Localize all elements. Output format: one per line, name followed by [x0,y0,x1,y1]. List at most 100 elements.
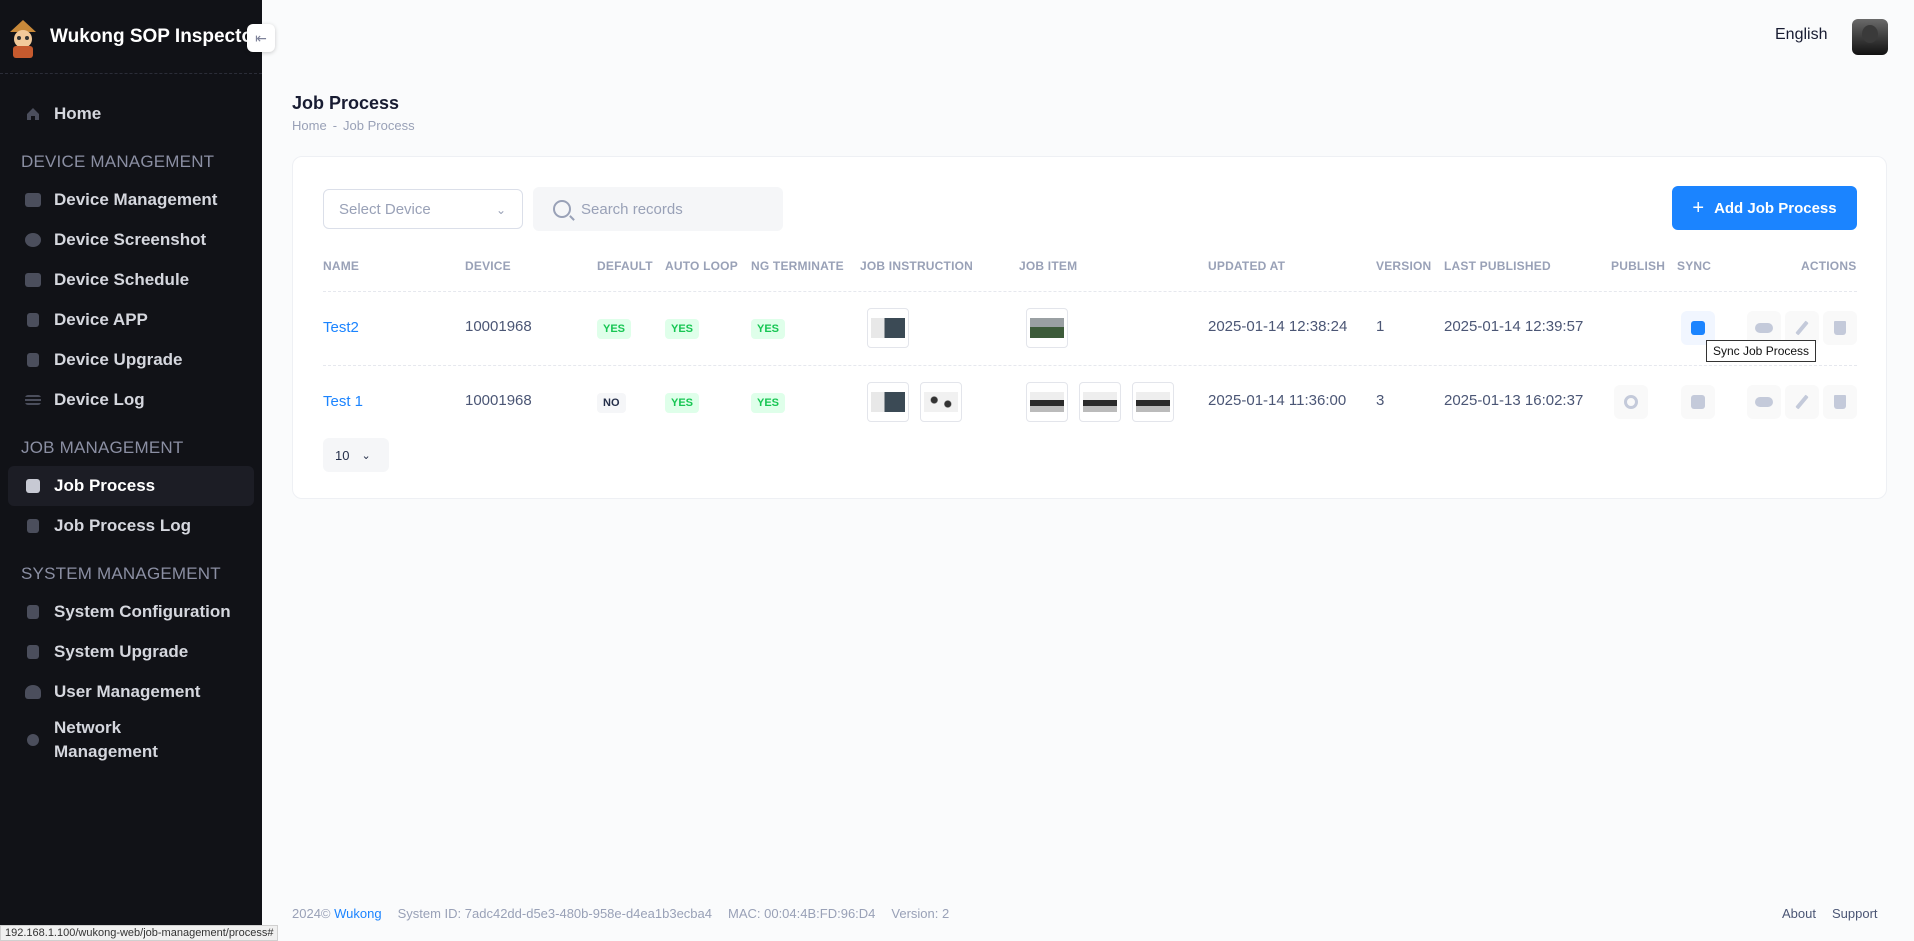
sidebar-item-label: Device Upgrade [54,350,183,369]
edit-button[interactable] [1785,385,1819,419]
sidebar-item-device-schedule[interactable]: Device Schedule [8,260,254,300]
sidebar-item-label: Device Schedule [54,270,190,289]
publish-icon [1624,395,1638,409]
job-item-thumbnail[interactable] [1132,382,1174,422]
sidebar-item-label: System Upgrade [54,642,189,661]
breadcrumb: Home - Job Process [292,118,415,133]
page-size-select[interactable]: 10 ⌄ [323,438,389,472]
delete-button[interactable] [1823,311,1857,345]
sidebar-item-device-screenshot[interactable]: Device Screenshot [8,220,254,260]
last-published-cell: 2025-01-14 12:39:57 [1444,318,1584,335]
device-cell: 10001968 [465,318,532,335]
upgrade-icon [24,351,42,369]
download-icon [1691,321,1705,335]
search-placeholder: Search records [581,200,683,218]
app-icon [24,311,42,329]
pencil-icon [1795,320,1809,336]
footer-copyright: 2024© Wukong [292,906,382,921]
support-link[interactable]: Support [1832,906,1878,921]
column-header-ng-terminate[interactable]: NG TERMINATE [751,259,844,273]
toggle-icon [1755,397,1773,407]
column-header-last-published[interactable]: LAST PUBLISHED [1444,259,1551,273]
version-cell: 3 [1376,392,1385,409]
sync-button[interactable] [1681,385,1715,419]
sidebar-item-network-management[interactable]: Network Management [8,712,254,768]
footer-mac: MAC: 00:04:4B:FD:96:D4 [728,906,876,921]
updated-at-cell: 2025-01-14 11:36:00 [1208,392,1347,409]
job-name-link[interactable]: Test 1 [323,393,363,410]
job-process-card: Select Device ⌄ Search records + Add Job… [292,156,1887,499]
sidebar-item-home[interactable]: Home [8,94,254,134]
job-item-thumbnail[interactable] [1026,382,1068,422]
sidebar-item-job-process-log[interactable]: Job Process Log [8,506,254,546]
users-icon [24,683,42,701]
sync-tooltip: Sync Job Process [1706,340,1817,362]
footer-links: About Support [1782,906,1878,921]
calendar-icon [24,271,42,289]
chevron-down-icon: ⌄ [361,449,371,462]
version-cell: 1 [1376,318,1385,335]
sidebar-item-user-management[interactable]: User Management [8,672,254,712]
column-header-auto-loop[interactable]: AUTO LOOP [665,259,738,273]
monitor-icon [24,191,42,209]
column-header-updated-at[interactable]: UPDATED AT [1208,259,1285,273]
copyright-year: 2024© [292,906,331,921]
sidebar-item-system-upgrade[interactable]: System Upgrade [8,632,254,672]
footer-brand-link[interactable]: Wukong [334,906,381,921]
job-item-thumbnail[interactable] [1026,308,1068,348]
browser-status-url: 192.168.1.100/wukong-web/job-management/… [0,925,279,941]
camera-icon [24,231,42,249]
column-header-name[interactable]: NAME [323,259,359,273]
column-header-version[interactable]: VERSION [1376,259,1431,273]
download-icon [1691,395,1705,409]
auto-loop-badge: YES [665,393,700,413]
device-select-placeholder: Select Device [339,200,431,218]
sidebar-item-device-management[interactable]: Device Management [8,180,254,220]
column-header-device[interactable]: DEVICE [465,259,511,273]
column-header-sync[interactable]: SYNC [1677,259,1711,273]
settings-icon [24,603,42,621]
column-header-job-instruction[interactable]: JOB INSTRUCTION [860,259,973,273]
job-instruction-thumbnail[interactable] [867,308,909,348]
sidebar-item-job-process[interactable]: Job Process [8,466,254,506]
column-header-publish[interactable]: PUBLISH [1611,259,1665,273]
table-divider [323,365,1857,366]
footer-version: Version: 2 [891,906,950,921]
log-icon [24,517,42,535]
sidebar-item-system-configuration[interactable]: System Configuration [8,592,254,632]
sidebar-item-device-log[interactable]: Device Log [8,380,254,420]
delete-button[interactable] [1823,385,1857,419]
device-cell: 10001968 [465,392,532,409]
breadcrumb-home[interactable]: Home [292,118,327,133]
sidebar-item-label: Device Management [54,190,218,209]
sidebar-item-device-upgrade[interactable]: Device Upgrade [8,340,254,380]
gear-icon [24,731,42,749]
job-name-link[interactable]: Test2 [323,319,359,336]
device-select[interactable]: Select Device ⌄ [323,189,523,229]
toggle-button[interactable] [1747,385,1781,419]
home-icon [24,105,42,123]
sidebar-item-label: Device Log [54,390,145,409]
add-job-process-button[interactable]: + Add Job Process [1672,186,1857,230]
section-title-job-management: JOB MANAGEMENT [21,438,184,457]
avatar[interactable] [1852,19,1888,55]
section-title-device-management: DEVICE MANAGEMENT [21,152,215,171]
search-input[interactable]: Search records [533,187,783,231]
sidebar-item-device-app[interactable]: Device APP [8,300,254,340]
sidebar-collapse-button[interactable]: ⇤ [247,24,275,52]
table-divider [323,291,1857,292]
ng-terminate-badge: YES [751,319,786,339]
auto-loop-badge: YES [665,319,700,339]
job-item-thumbnail[interactable] [1079,382,1121,422]
last-published-cell: 2025-01-13 16:02:37 [1444,392,1584,409]
app-logo [4,14,42,60]
language-selector[interactable]: English [1775,26,1827,44]
job-instruction-thumbnail[interactable] [920,382,962,422]
about-link[interactable]: About [1782,906,1816,921]
publish-button[interactable] [1614,385,1648,419]
column-header-default[interactable]: DEFAULT [597,259,653,273]
job-instruction-thumbnail[interactable] [867,382,909,422]
section-title-system-management: SYSTEM MANAGEMENT [21,564,221,583]
column-header-job-item[interactable]: JOB ITEM [1019,259,1077,273]
job-process-icon [24,477,42,495]
